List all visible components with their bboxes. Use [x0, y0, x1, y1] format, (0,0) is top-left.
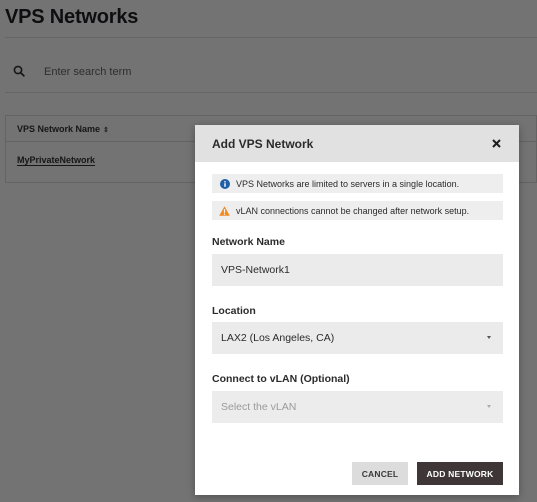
close-button[interactable] — [489, 137, 503, 151]
chevron-down-icon — [487, 336, 491, 339]
warning-alert: vLAN connections cannot be changed after… — [212, 201, 503, 220]
add-network-button[interactable]: ADD NETWORK — [417, 462, 503, 485]
location-selected-value: LAX2 (Los Angeles, CA) — [221, 332, 335, 344]
warning-alert-text: vLAN connections cannot be changed after… — [236, 205, 470, 216]
close-icon — [491, 139, 501, 148]
modal-title: Add VPS Network — [212, 136, 314, 151]
location-select[interactable]: LAX2 (Los Angeles, CA) — [212, 322, 503, 354]
info-alert: VPS Networks are limited to servers in a… — [212, 174, 503, 193]
info-alert-text: VPS Networks are limited to servers in a… — [236, 178, 460, 189]
cancel-button[interactable]: CANCEL — [352, 462, 408, 485]
add-vps-network-modal: Add VPS Network VPS Networks are limited… — [195, 125, 519, 495]
location-label: Location — [212, 305, 256, 317]
vlan-label: Connect to vLAN (Optional) — [212, 373, 350, 385]
chevron-down-icon — [487, 405, 491, 408]
info-icon — [219, 178, 230, 189]
warning-icon — [219, 205, 230, 216]
modal-header: Add VPS Network — [195, 125, 519, 162]
vlan-select[interactable]: Select the vLAN — [212, 391, 503, 423]
network-name-label: Network Name — [212, 236, 285, 248]
network-name-input[interactable] — [221, 264, 503, 276]
vlan-placeholder: Select the vLAN — [221, 401, 297, 413]
network-name-field[interactable] — [212, 254, 503, 286]
